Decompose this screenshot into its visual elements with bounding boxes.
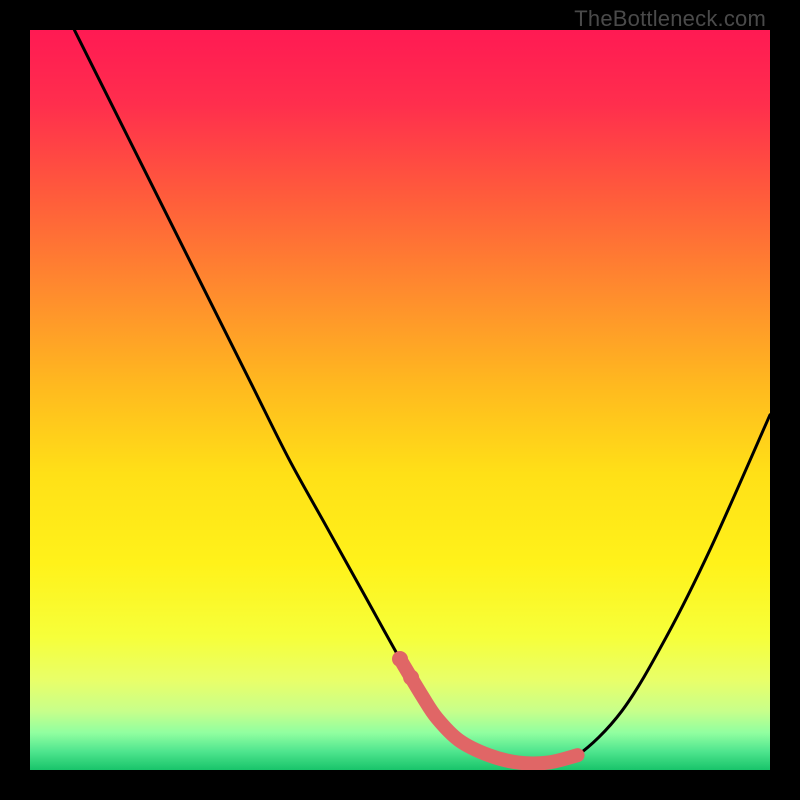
highlight-segment — [400, 659, 578, 764]
highlight-dot — [403, 670, 419, 686]
plot-area — [30, 30, 770, 770]
bottleneck-curve — [74, 30, 770, 764]
curve-layer — [30, 30, 770, 770]
highlight-dot — [392, 651, 408, 667]
watermark-text: TheBottleneck.com — [574, 6, 766, 32]
